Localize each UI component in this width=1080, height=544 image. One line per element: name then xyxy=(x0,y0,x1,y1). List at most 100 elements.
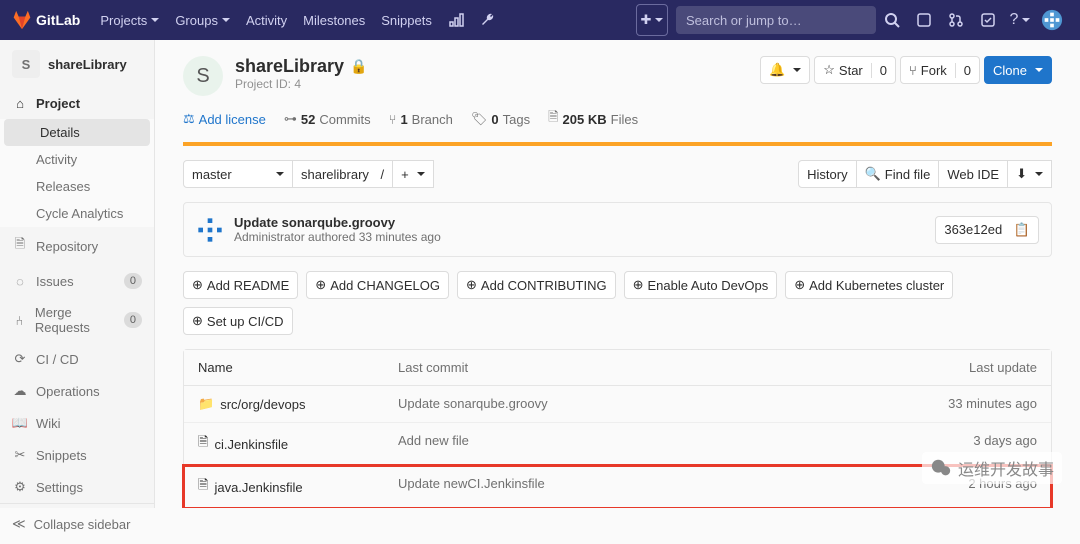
wrench-icon[interactable] xyxy=(472,4,504,36)
fork-button[interactable]: ⑂ Fork0 xyxy=(900,56,980,84)
collapse-sidebar[interactable]: ≪Collapse sidebar xyxy=(0,503,154,544)
find-file-button[interactable]: 🔍Find file xyxy=(857,160,940,188)
merge-icon: ⑃ xyxy=(12,313,27,328)
clone-button[interactable]: Clone xyxy=(984,56,1052,84)
table-row[interactable]: 🗎ci.Jenkinsfile Add new file 3 days ago xyxy=(184,423,1051,466)
sidebar-item-cicd[interactable]: ⟳CI / CD xyxy=(0,343,154,375)
stat-files[interactable]: 🗎205 KBFiles xyxy=(548,108,638,130)
progress-bar xyxy=(183,142,1052,146)
brand-name: GitLab xyxy=(36,12,80,28)
stat-branches[interactable]: ⑂1Branch xyxy=(389,112,453,127)
breadcrumb[interactable]: sharelibrary / xyxy=(293,160,393,188)
stat-commits[interactable]: ⊶52Commits xyxy=(284,111,371,127)
add-readme-button[interactable]: ⊕ Add README xyxy=(183,271,298,299)
issues-icon: ◌ xyxy=(12,274,28,289)
issues-icon[interactable] xyxy=(908,4,940,36)
main-content: S shareLibrary🔒 Project ID: 4 🔔 ☆ Star0 … xyxy=(155,40,1080,508)
add-license-link[interactable]: ⚖Add license xyxy=(183,111,266,127)
help-icon[interactable]: ? xyxy=(1004,4,1036,36)
wechat-icon xyxy=(930,457,952,479)
scissors-icon: ✂ xyxy=(12,447,28,463)
file-icon: 🗎 xyxy=(198,433,208,455)
sidebar-item-repository[interactable]: 🗎Repository xyxy=(0,227,154,265)
table-row[interactable]: 📁src/org/devops Update sonarqube.groovy … xyxy=(184,386,1051,423)
last-commit-card: Update sonarqube.groovy Administrator au… xyxy=(183,202,1052,257)
table-row[interactable]: 🗎java.Jenkinsfile Update newCI.Jenkinsfi… xyxy=(184,466,1051,508)
search-input[interactable] xyxy=(676,6,876,34)
sidebar-item-snippets[interactable]: ✂Snippets xyxy=(0,439,154,471)
col-commit: Last commit xyxy=(398,360,917,375)
branch-select[interactable]: master xyxy=(183,160,293,188)
download-button[interactable]: ⬇ xyxy=(1008,160,1052,188)
sidebar-sub-activity[interactable]: Activity xyxy=(0,146,154,173)
web-ide-button[interactable]: Web IDE xyxy=(939,160,1008,188)
gitlab-logo[interactable]: GitLab xyxy=(12,10,80,30)
tag-icon: 🏷 xyxy=(471,111,488,127)
gravatar-icon xyxy=(196,216,224,244)
col-name: Name xyxy=(198,360,398,375)
enable-autodevops-button[interactable]: ⊕ Enable Auto DevOps xyxy=(624,271,778,299)
project-avatar-small: S xyxy=(12,50,40,78)
nav-milestones[interactable]: Milestones xyxy=(295,0,373,40)
file-icon: 🗎 xyxy=(198,476,208,498)
sidebar-item-wiki[interactable]: 📖Wiki xyxy=(0,407,154,439)
copy-icon[interactable]: 📋 xyxy=(1014,222,1030,238)
watermark: 运维开发故事 xyxy=(922,452,1062,484)
nav-groups[interactable]: Groups xyxy=(167,0,238,40)
sidebar-item-settings[interactable]: ⚙Settings xyxy=(0,471,154,503)
sidebar-item-ops[interactable]: ☁Operations xyxy=(0,375,154,407)
star-button[interactable]: ☆ Star0 xyxy=(814,56,896,84)
suggest-row: ⊕ Add README ⊕ Add CHANGELOG ⊕ Add CONTR… xyxy=(183,271,1052,335)
history-button[interactable]: History xyxy=(798,160,856,188)
setup-cicd-button[interactable]: ⊕ Set up CI/CD xyxy=(183,307,293,335)
project-context[interactable]: S shareLibrary xyxy=(0,40,154,88)
disk-icon: 🗎 xyxy=(548,108,558,130)
commit-icon: ⊶ xyxy=(284,111,297,127)
sidebar-item-issues[interactable]: ◌Issues0 xyxy=(0,265,154,297)
user-avatar[interactable] xyxy=(1036,4,1068,36)
add-file-button[interactable]: + xyxy=(393,160,434,188)
col-update: Last update xyxy=(917,360,1037,375)
new-menu[interactable]: ✚ xyxy=(636,4,668,36)
commit-message[interactable]: Update sonarqube.groovy xyxy=(234,215,441,230)
project-avatar: S xyxy=(183,56,223,96)
home-icon: ⌂ xyxy=(12,96,28,111)
file-table: Name Last commit Last update 📁src/org/de… xyxy=(183,349,1052,508)
sidebar: S shareLibrary ⌂Project Details Activity… xyxy=(0,40,155,508)
nav-activity[interactable]: Activity xyxy=(238,0,295,40)
add-k8s-button[interactable]: ⊕ Add Kubernetes cluster xyxy=(785,271,953,299)
search-icon: 🔍 xyxy=(865,166,881,182)
sidebar-sub-cycle[interactable]: Cycle Analytics xyxy=(0,200,154,227)
commit-sha[interactable]: 363e12ed 📋 xyxy=(935,216,1039,244)
project-title: shareLibrary🔒 xyxy=(235,56,368,77)
stat-tags[interactable]: 🏷0Tags xyxy=(471,111,530,127)
repo-icon: 🗎 xyxy=(12,235,28,257)
ops-icon: ☁ xyxy=(12,383,28,399)
nav-snippets[interactable]: Snippets xyxy=(373,0,440,40)
add-contributing-button[interactable]: ⊕ Add CONTRIBUTING xyxy=(457,271,616,299)
notification-button[interactable]: 🔔 xyxy=(760,56,810,84)
sidebar-sub-details[interactable]: Details xyxy=(4,119,150,146)
project-context-name: shareLibrary xyxy=(48,57,127,72)
rocket-icon: ⟳ xyxy=(12,351,28,367)
book-icon: 📖 xyxy=(12,415,28,431)
sidebar-item-mr[interactable]: ⑃Merge Requests0 xyxy=(0,297,154,343)
mr-count: 0 xyxy=(124,312,142,328)
scale-icon: ⚖ xyxy=(183,111,195,127)
branch-icon: ⑂ xyxy=(389,112,397,127)
search-button[interactable] xyxy=(876,4,908,36)
sidebar-sub-releases[interactable]: Releases xyxy=(0,173,154,200)
ci-status-icon[interactable] xyxy=(440,4,472,36)
topbar: GitLab Projects Groups Activity Mileston… xyxy=(0,0,1080,40)
project-stats: ⚖Add license ⊶52Commits ⑂1Branch 🏷0Tags … xyxy=(183,108,1052,130)
nav-projects[interactable]: Projects xyxy=(92,0,167,40)
lock-icon: 🔒 xyxy=(350,58,367,75)
commit-meta: Administrator authored 33 minutes ago xyxy=(234,230,441,244)
project-id: Project ID: 4 xyxy=(235,77,368,91)
mr-icon[interactable] xyxy=(940,4,972,36)
todos-icon[interactable] xyxy=(972,4,1004,36)
issues-count: 0 xyxy=(124,273,142,289)
sidebar-item-project[interactable]: ⌂Project xyxy=(0,88,154,119)
add-changelog-button[interactable]: ⊕ Add CHANGELOG xyxy=(306,271,449,299)
tanuki-icon xyxy=(12,10,32,30)
